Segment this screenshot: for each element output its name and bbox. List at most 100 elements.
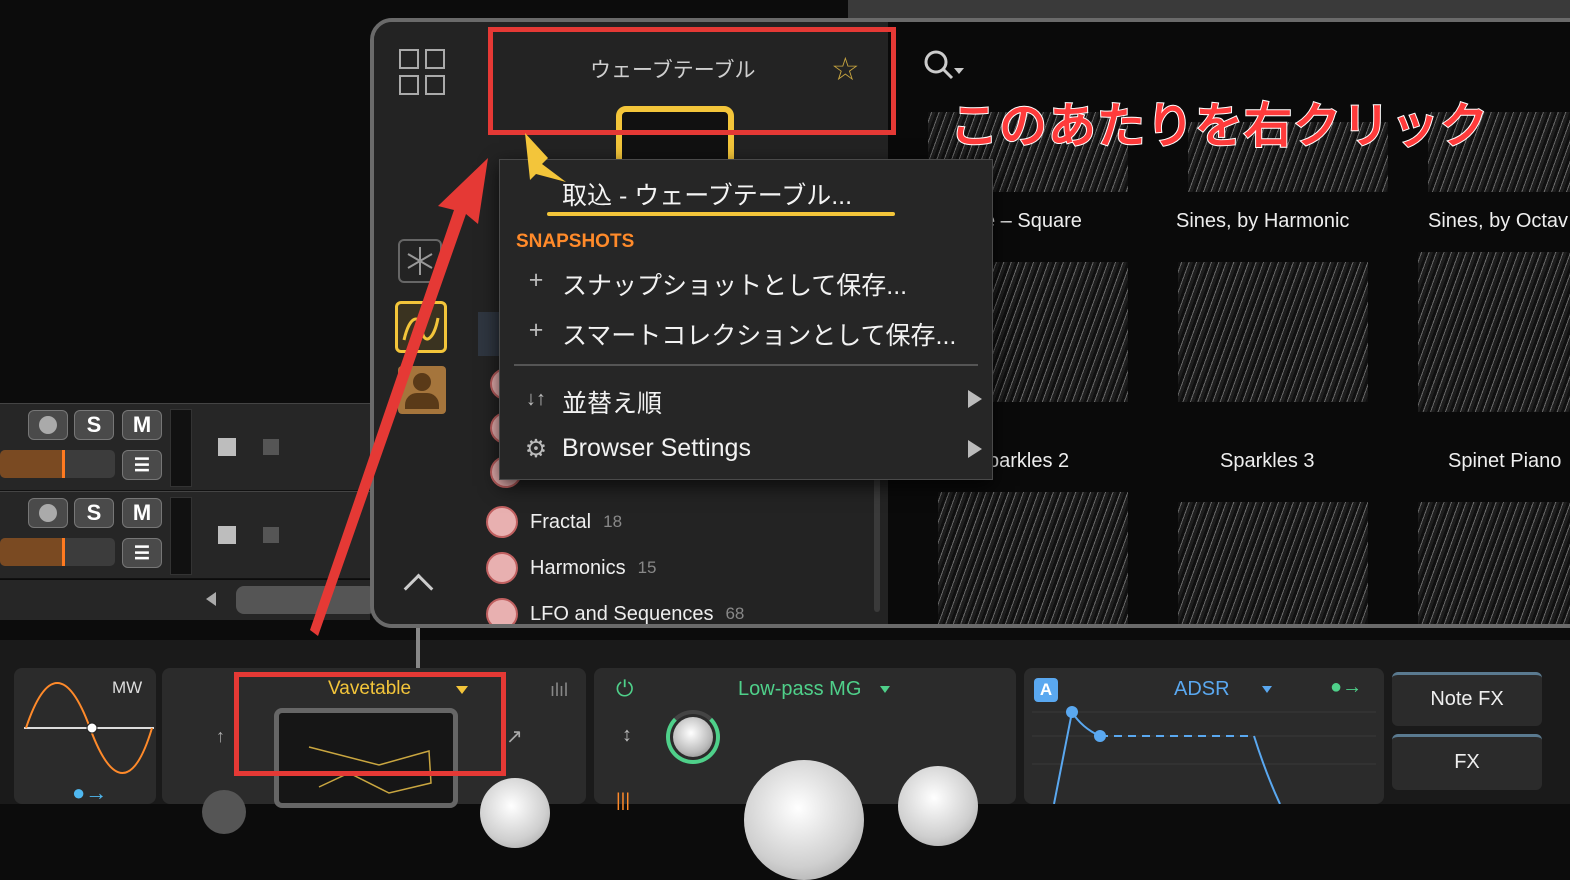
wavetable-name[interactable]: Spinet Piano: [1448, 450, 1561, 473]
envelope-badge[interactable]: A: [1034, 678, 1058, 702]
menu-icon[interactable]: ☰: [122, 450, 162, 480]
annotation-text: このあたりを右クリック: [949, 97, 1490, 155]
category-item[interactable]: Harmonics 15: [486, 548, 657, 588]
wavetable-name[interactable]: Sines, by Harmonic: [1176, 210, 1349, 233]
bars-icon[interactable]: ılıl: [550, 680, 568, 701]
save-as-snapshot-item[interactable]: + スナップショットとして保存...: [500, 260, 992, 304]
knob[interactable]: [898, 766, 978, 846]
wavetable-preview[interactable]: [1418, 252, 1570, 412]
browser-settings-item[interactable]: ⚙ Browser Settings: [500, 428, 992, 472]
record-dot-icon: [39, 416, 57, 434]
chevron-up-icon[interactable]: [403, 573, 434, 604]
category-name: Harmonics: [530, 556, 626, 579]
wavetable-preview[interactable]: [938, 492, 1128, 624]
sort-icon: ↓↑: [526, 388, 546, 410]
context-menu: 取込 - ウェーブテーブル... SNAPSHOTS + スナップショットとして…: [499, 159, 993, 480]
gear-icon: ⚙: [524, 435, 548, 463]
category-item[interactable]: Fractal 18: [486, 502, 622, 542]
wavetable-name[interactable]: parkles 2: [988, 450, 1069, 473]
category-item[interactable]: LFO and Sequences 68: [486, 594, 745, 625]
mute-button[interactable]: M: [122, 410, 162, 440]
save-as-smart-collection-item[interactable]: + スマートコレクションとして保存...: [500, 310, 992, 354]
clip-slot[interactable]: [263, 439, 279, 455]
note-fx-button[interactable]: Note FX: [1392, 672, 1542, 726]
clip-slot[interactable]: [263, 527, 279, 543]
cutoff-knob[interactable]: [744, 760, 864, 880]
menu-item-label: 並替え順: [562, 390, 663, 418]
external-icon[interactable]: ↗: [506, 724, 523, 749]
filter-module: ⏻ Low-pass MG ↕ |||: [594, 668, 1016, 880]
grid-icon[interactable]: [398, 48, 446, 96]
wavetable-name[interactable]: Sparkles 3: [1220, 450, 1315, 473]
snapshots-section-title: SNAPSHOTS: [516, 231, 635, 252]
submenu-arrow-icon: [968, 440, 982, 458]
asterisk-icon[interactable]: [398, 239, 442, 283]
solo-button[interactable]: S: [74, 498, 114, 528]
volume-meter[interactable]: [0, 538, 115, 566]
wavetable-name[interactable]: e – Square: [984, 210, 1082, 233]
fx-button[interactable]: FX: [1392, 734, 1542, 790]
sort-order-item[interactable]: ↓↑ 並替え順: [500, 378, 992, 422]
dropdown-arrow-icon[interactable]: [880, 686, 890, 693]
envelope-module: A ADSR ●→: [1024, 668, 1384, 804]
dropdown-arrow-icon[interactable]: [1262, 686, 1272, 693]
level-meter: [170, 497, 192, 575]
browser-connector: [416, 628, 420, 668]
browser-sidebar: [374, 22, 471, 624]
modulation-arrow-icon[interactable]: ●→: [72, 780, 107, 806]
menu-icon[interactable]: ☰: [122, 538, 162, 568]
wavetable-preview[interactable]: [1178, 502, 1368, 624]
import-wavetable-item[interactable]: 取込 - ウェーブテーブル...: [562, 176, 852, 212]
wavetable-icon[interactable]: [395, 301, 447, 353]
updown-arrow-icon[interactable]: ↕: [622, 724, 632, 747]
highlight-box: [488, 27, 896, 135]
mute-button[interactable]: M: [122, 498, 162, 528]
scroll-left-icon[interactable]: [206, 592, 216, 606]
category-icon: [486, 506, 518, 538]
wavetable-preview[interactable]: [1178, 262, 1368, 402]
resonance-knob[interactable]: [666, 710, 720, 764]
highlight-box: [234, 672, 506, 776]
sine-wave-icon: [24, 682, 154, 774]
scrollbar-thumb[interactable]: [236, 586, 376, 614]
category-name: LFO and Sequences: [530, 602, 714, 625]
horizontal-scroll-area: [0, 580, 376, 620]
highlight-underline: [547, 212, 895, 216]
clip-slot-stop[interactable]: [218, 438, 236, 456]
bars-icon: |||: [616, 790, 631, 810]
wavetable-preview[interactable]: [1418, 502, 1570, 624]
fx-label: FX: [1454, 751, 1480, 773]
user-icon[interactable]: [398, 366, 446, 414]
arranger-timeline: [848, 0, 1570, 19]
solo-button[interactable]: S: [74, 410, 114, 440]
level-meter: [170, 409, 192, 487]
menu-item-label: スナップショットとして保存...: [562, 272, 908, 300]
mixer-track-1: S M ☰: [0, 403, 370, 491]
submenu-arrow-icon: [968, 390, 982, 408]
wavetable-name[interactable]: Sines, by Octav: [1428, 210, 1568, 233]
pitch-icon[interactable]: ↑: [216, 726, 225, 747]
menu-divider: [514, 364, 978, 366]
modulation-arrow-icon[interactable]: ●→: [1330, 676, 1362, 699]
lfo-module: MW ●→: [14, 668, 156, 806]
power-icon[interactable]: ⏻: [616, 676, 633, 702]
mixer-track-2: S M ☰: [0, 491, 370, 579]
record-arm-button[interactable]: [28, 498, 68, 528]
search-icon[interactable]: [922, 48, 968, 82]
plus-icon: +: [528, 316, 544, 344]
record-arm-button[interactable]: [28, 410, 68, 440]
envelope-type-label[interactable]: ADSR: [1174, 678, 1230, 701]
category-icon: [486, 552, 518, 584]
adsr-graph[interactable]: [1032, 704, 1376, 804]
category-count: 15: [637, 558, 657, 577]
category-count: 68: [725, 604, 745, 623]
clip-slot-stop[interactable]: [218, 526, 236, 544]
record-dot-icon: [39, 504, 57, 522]
category-icon: [486, 598, 518, 624]
knob[interactable]: [202, 790, 246, 834]
filter-type-label[interactable]: Low-pass MG: [738, 678, 861, 701]
category-count: 18: [603, 512, 623, 531]
volume-meter[interactable]: [0, 450, 115, 478]
plus-icon: +: [528, 266, 544, 294]
knob[interactable]: [480, 778, 550, 848]
